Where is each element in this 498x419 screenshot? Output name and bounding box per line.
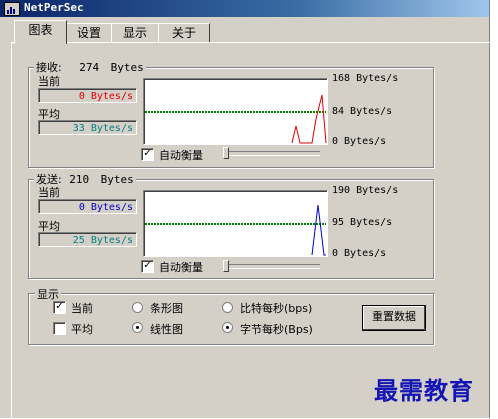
receive-slider-thumb[interactable]	[223, 147, 229, 159]
show-current-checkbox[interactable]: ✓	[53, 301, 66, 314]
receive-scale-max: 168 Bytes/s	[332, 73, 399, 84]
tab-label: 设置	[76, 26, 101, 40]
tab-chart[interactable]: 图表	[14, 20, 67, 44]
receive-current-label: 当前	[38, 75, 60, 88]
bar-chart-label: 条形图	[150, 302, 183, 315]
receive-scale-min: 0 Bytes/s	[332, 136, 387, 147]
line-chart-radio[interactable]	[132, 322, 143, 333]
display-group-label: 显示	[35, 286, 61, 302]
title-bar[interactable]: NetPerSec	[0, 0, 498, 17]
send-average-field: 25 Bytes/s	[38, 232, 137, 247]
send-slider-track[interactable]	[224, 264, 320, 269]
send-total-unit: Bytes	[100, 173, 134, 186]
show-current-label: 当前	[71, 302, 93, 315]
reset-data-label: 重置数据	[372, 310, 416, 323]
send-slider-thumb[interactable]	[223, 260, 229, 272]
show-average-label: 平均	[71, 323, 93, 336]
tab-label: 图表	[28, 23, 53, 37]
app-icon	[4, 2, 20, 16]
show-average-checkbox[interactable]	[53, 322, 66, 335]
receive-autoscale-checkbox[interactable]: ✓	[141, 148, 154, 161]
tab-settings[interactable]: 设置	[66, 23, 112, 43]
send-current-field: 0 Bytes/s	[38, 199, 137, 214]
receive-graph	[143, 78, 328, 145]
bits-per-sec-radio[interactable]	[222, 302, 233, 313]
receive-current-field: 0 Bytes/s	[38, 88, 137, 103]
window-title: NetPerSec	[24, 1, 84, 14]
receive-slider-track[interactable]	[224, 151, 320, 156]
watermark-text: 最需教育	[374, 376, 474, 405]
send-autoscale-checkbox[interactable]: ✓	[141, 260, 154, 273]
window-border	[489, 0, 498, 418]
tab-display[interactable]: 显示	[111, 23, 159, 43]
tab-label: 关于	[171, 26, 196, 40]
send-graph	[143, 190, 328, 257]
line-chart-label: 线性图	[150, 323, 183, 336]
bits-per-sec-label: 比特每秒(bps)	[240, 302, 313, 315]
send-scale-mid: 95 Bytes/s	[332, 217, 393, 228]
send-current-label: 当前	[38, 186, 60, 199]
receive-traffic-line	[291, 94, 327, 144]
tab-label: 显示	[122, 26, 147, 40]
bar-chart-radio[interactable]	[132, 302, 143, 313]
send-scale-min: 0 Bytes/s	[332, 248, 387, 259]
reset-data-button[interactable]: 重置数据	[362, 305, 426, 331]
tab-about[interactable]: 关于	[158, 23, 210, 43]
send-total-value: 210	[69, 173, 90, 186]
send-autoscale-label: 自动衡量	[159, 261, 203, 274]
receive-total-value: 274	[79, 61, 100, 74]
send-traffic-line	[311, 204, 326, 256]
receive-average-field: 33 Bytes/s	[38, 120, 137, 135]
bytes-per-sec-label: 字节每秒(Bps)	[240, 323, 313, 336]
receive-total-unit: Bytes	[110, 61, 144, 74]
send-scale-max: 190 Bytes/s	[332, 185, 399, 196]
receive-scale-mid: 84 Bytes/s	[332, 106, 393, 117]
bytes-per-sec-radio[interactable]	[222, 322, 233, 333]
receive-autoscale-label: 自动衡量	[159, 149, 203, 162]
